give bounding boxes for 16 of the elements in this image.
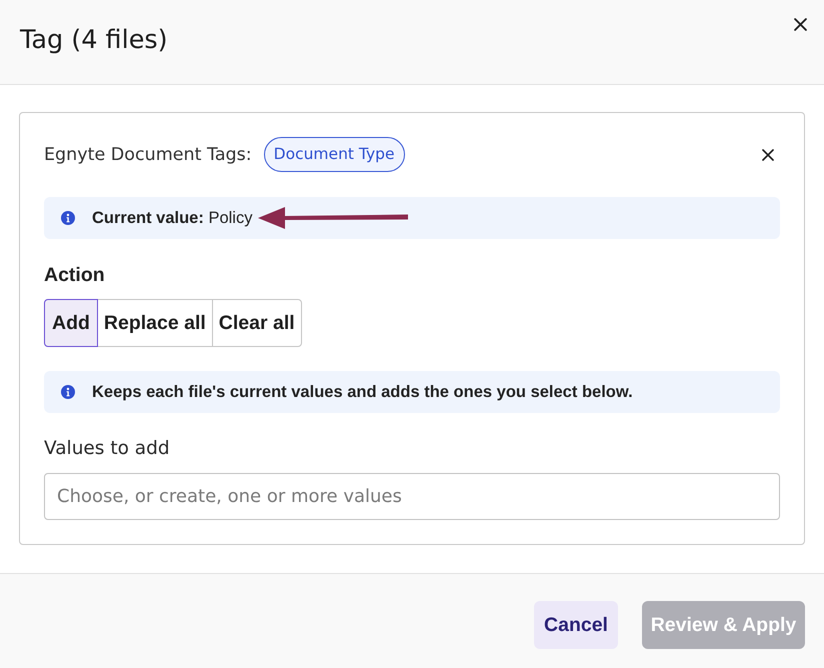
tag-chip: Document Type — [264, 137, 405, 172]
action-label: Action — [44, 263, 105, 287]
close-icon — [762, 148, 774, 160]
close-icon — [794, 18, 806, 30]
info-icon — [61, 211, 75, 225]
values-input-field[interactable]: Choose, or create, one or more values — [44, 473, 780, 520]
info-banner-text: Current value: Policy — [92, 208, 252, 228]
action-option[interactable]: Add — [44, 299, 98, 347]
tag-group-label: Egnyte Document Tags: — [44, 144, 252, 164]
values-label: Values to add — [44, 437, 170, 461]
dialog-title: Tag (4 files) — [20, 24, 168, 56]
cancel-button[interactable]: Cancel — [534, 601, 618, 649]
hint-banner-text: Keeps each file's current values and adds the ones you select below. — [92, 382, 633, 402]
info-icon — [61, 385, 75, 399]
action-option[interactable]: Clear all — [212, 299, 302, 347]
action-option[interactable]: Replace all — [96, 299, 213, 347]
